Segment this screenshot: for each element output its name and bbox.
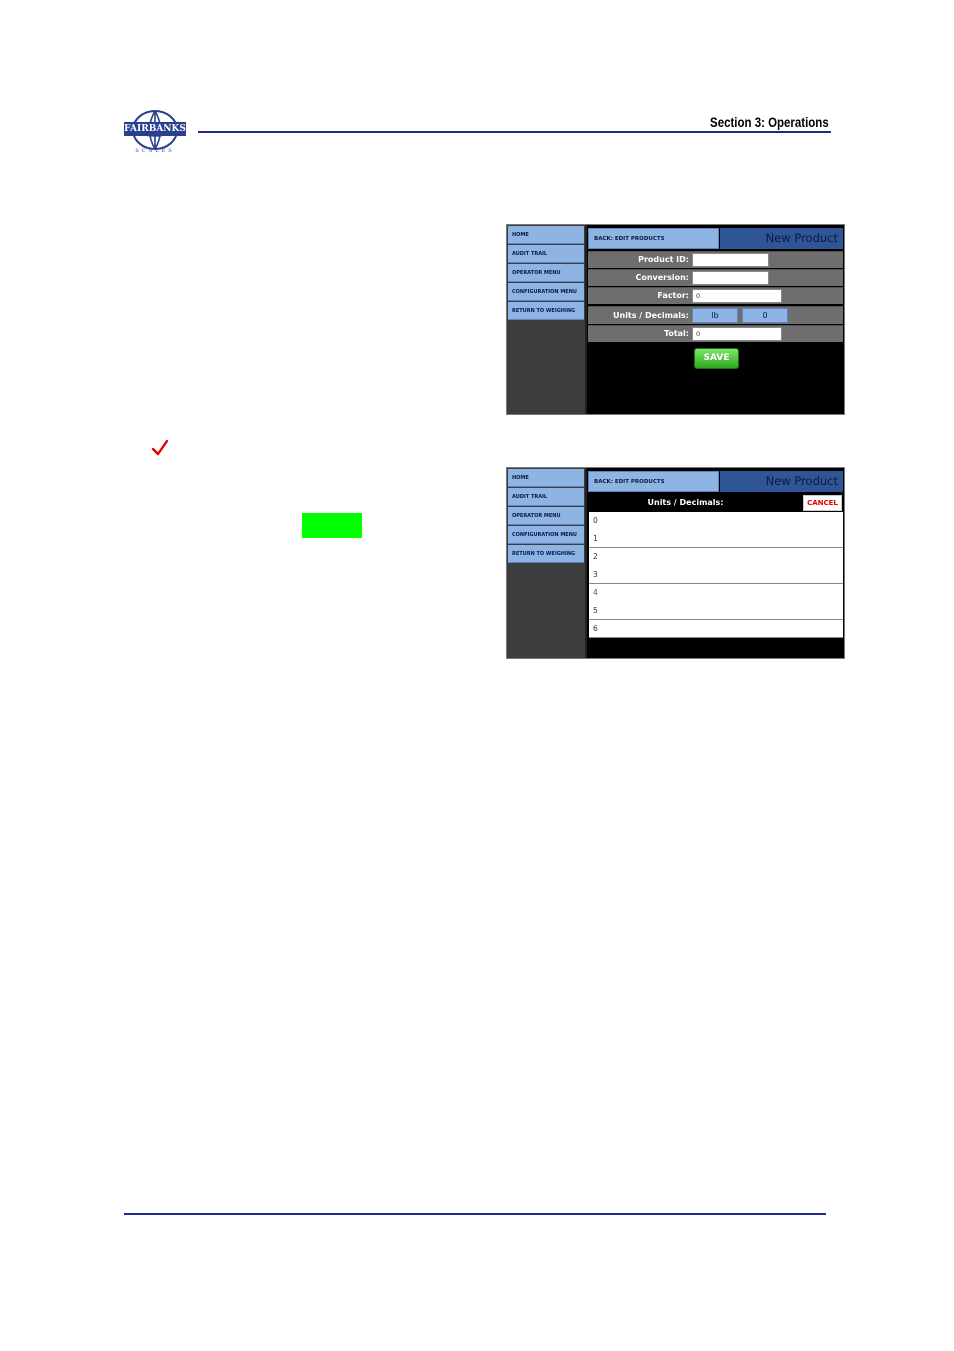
header-rule (198, 131, 831, 133)
main-panel: BACK: EDIT PRODUCTS New Product Units / … (588, 468, 844, 658)
save-button[interactable]: SAVE (694, 348, 739, 369)
sidebar-item-home[interactable]: HOME (508, 226, 584, 244)
option-item-2[interactable]: 2 (589, 548, 843, 566)
new-product-screen: HOME AUDIT TRAIL OPERATOR MENU CONFIGURA… (506, 224, 845, 415)
green-highlight-swatch (302, 513, 362, 538)
product-id-input[interactable] (692, 253, 769, 267)
option-list: 0 1 2 3 4 5 6 (589, 512, 843, 638)
sidebar-item-configuration-menu[interactable]: CONFIGURATION MENU (508, 526, 584, 544)
option-item-4[interactable]: 4 (589, 584, 843, 602)
option-group: 6 (589, 620, 843, 638)
conversion-label: Conversion: (635, 273, 689, 282)
factor-row: Factor: 0 (588, 287, 843, 304)
product-id-label: Product ID: (638, 255, 689, 264)
units-decimals-row: Units / Decimals: lb 0 (588, 306, 843, 324)
checkmark-icon (151, 439, 169, 456)
back-edit-products-button[interactable]: BACK: EDIT PRODUCTS (588, 228, 719, 249)
sidebar: HOME AUDIT TRAIL OPERATOR MENU CONFIGURA… (507, 225, 587, 414)
sidebar-item-operator-menu[interactable]: OPERATOR MENU (508, 507, 584, 525)
product-id-row: Product ID: (588, 251, 843, 268)
logo-sub-text: SCALES (135, 148, 175, 154)
conversion-input[interactable] (692, 271, 769, 285)
sidebar-item-audit-trail[interactable]: AUDIT TRAIL (508, 245, 584, 263)
factor-input[interactable]: 0 (692, 289, 782, 303)
sidebar-item-home[interactable]: HOME (508, 469, 584, 487)
option-item-1[interactable]: 1 (589, 530, 843, 548)
back-edit-products-button[interactable]: BACK: EDIT PRODUCTS (588, 471, 719, 492)
decimals-button[interactable]: 0 (742, 308, 788, 323)
sidebar-item-return-to-weighing[interactable]: RETURN TO WEIGHING (508, 545, 584, 563)
total-input[interactable]: 0 (692, 327, 782, 341)
units-button[interactable]: lb (692, 308, 738, 323)
option-item-3[interactable]: 3 (589, 566, 843, 584)
sidebar-item-audit-trail[interactable]: AUDIT TRAIL (508, 488, 584, 506)
fairbanks-logo: FAIRBANKS SCALES (124, 110, 186, 156)
title-bar: New Product (720, 471, 843, 492)
sidebar-item-operator-menu[interactable]: OPERATOR MENU (508, 264, 584, 282)
section-title: Section 3: Operations (710, 114, 829, 130)
cancel-button[interactable]: CANCEL (803, 495, 842, 511)
units-decimals-screen: HOME AUDIT TRAIL OPERATOR MENU CONFIGURA… (506, 467, 845, 659)
sidebar: HOME AUDIT TRAIL OPERATOR MENU CONFIGURA… (507, 468, 587, 658)
title-bar: New Product (720, 228, 843, 249)
logo-brand-text: FAIRBANKS (124, 122, 186, 136)
total-row: Total: 0 (588, 325, 843, 342)
top-bar: BACK: EDIT PRODUCTS New Product (588, 471, 843, 492)
factor-label: Factor: (657, 291, 689, 300)
option-item-6[interactable]: 6 (589, 620, 843, 638)
option-group: 2 3 (589, 548, 843, 584)
sidebar-item-return-to-weighing[interactable]: RETURN TO WEIGHING (508, 302, 584, 320)
page-title: New Product (765, 231, 838, 245)
sidebar-item-configuration-menu[interactable]: CONFIGURATION MENU (508, 283, 584, 301)
conversion-row: Conversion: (588, 269, 843, 286)
list-header: Units / Decimals: CANCEL (588, 494, 843, 512)
footer-rule (124, 1213, 826, 1215)
total-label: Total: (663, 329, 689, 338)
main-panel: BACK: EDIT PRODUCTS New Product Product … (588, 225, 844, 414)
list-title: Units / Decimals: (647, 498, 724, 507)
option-item-0[interactable]: 0 (589, 512, 843, 530)
option-group: 0 1 (589, 512, 843, 548)
option-item-5[interactable]: 5 (589, 602, 843, 620)
top-bar: BACK: EDIT PRODUCTS New Product (588, 228, 843, 249)
page-title: New Product (765, 474, 838, 488)
units-decimals-label: Units / Decimals: (613, 311, 689, 320)
option-group: 4 5 (589, 584, 843, 620)
